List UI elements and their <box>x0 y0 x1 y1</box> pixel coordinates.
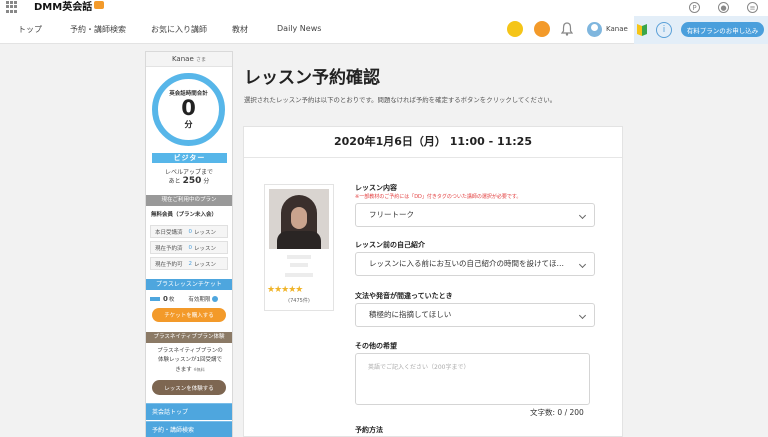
nav-favorite-teachers[interactable]: お気に入り講師 <box>151 24 207 35</box>
self-intro-select[interactable]: レッスンに入る前にお互いの自己紹介の時間を設けてほしい <box>355 252 595 276</box>
lesson-content-select[interactable]: フリートーク <box>355 203 595 227</box>
page-subtitle: 選択されたレッスン予約は以下のとおりです。問題なければ予約を確定するボタンをクリ… <box>244 96 557 104</box>
native-plan-text: プラスネイティブプランの 体験レッスンが1回受講で きます ※無料 <box>150 347 230 375</box>
other-request-textarea[interactable]: 英語でご記入ください（200字まで） <box>355 353 590 405</box>
reservation-card: 2020年1月6日（月） 11:00 - 11:25 ★★★★★ (7475件)… <box>243 126 623 437</box>
cat-mascot-icon[interactable] <box>534 21 550 37</box>
menu-circle-icon[interactable]: ≡ <box>747 2 758 13</box>
help-icon[interactable] <box>212 295 219 302</box>
reservation-method-label: 予約方法 <box>355 426 383 434</box>
teacher-name-blurred <box>287 255 311 259</box>
top-strip: DMM英会話 P ● ≡ <box>0 0 768 16</box>
nav-reserve-search[interactable]: 予約・講師検索 <box>70 24 126 35</box>
select-value: 積極的に指摘してほしい <box>369 310 452 319</box>
select-value: レッスンに入る前にお互いの自己紹介の時間を設けてほしい <box>369 259 566 268</box>
correction-label: 文法や発音が間違っていたとき <box>355 292 453 300</box>
rating-stars-icon: ★★★★★ <box>267 285 303 295</box>
stat-unit: レッスン <box>194 261 217 268</box>
review-count: (7475件) <box>288 298 310 304</box>
sidebar-username: Kanae さま <box>146 52 232 67</box>
sidebar-link-eikaiwa-top[interactable]: 英会話トップ <box>146 403 232 420</box>
stat-reservable: 現在予約可 2 レッスン <box>150 257 228 270</box>
level-up-unit: 分 <box>203 178 210 185</box>
dmm-logo[interactable]: DMM英会話 <box>34 0 105 13</box>
native-text-line: 体験レッスンが1回受講で <box>157 357 222 363</box>
stat-reserved: 現在予約済 0 レッスン <box>150 241 228 254</box>
teacher-card[interactable]: ★★★★★ (7475件) <box>264 184 334 311</box>
ticket-count: 0 <box>163 294 168 303</box>
ticket-expiry-label: 有効期限 <box>188 296 211 303</box>
teacher-photo[interactable] <box>269 189 329 249</box>
teacher-country-blurred <box>290 263 308 267</box>
correction-select[interactable]: 積極的に指摘してほしい <box>355 303 595 327</box>
try-lesson-button[interactable]: レッスンを体験する <box>152 380 226 395</box>
select-value: フリートーク <box>369 210 414 219</box>
stat-value: 2 <box>188 260 193 267</box>
native-text-line: きます <box>175 367 192 373</box>
total-time-ring: 英会話時間合計 0 分 <box>152 73 225 146</box>
chevron-down-icon <box>578 260 587 269</box>
teacher-info-blurred <box>285 273 313 277</box>
level-up-prefix: あと <box>168 178 181 185</box>
logo-text: DMM英会話 <box>34 1 93 13</box>
user-avatar[interactable] <box>587 22 602 37</box>
apps-grid-icon[interactable] <box>6 1 18 13</box>
chevron-down-icon <box>578 311 587 320</box>
native-plan-heading: プラスネイティブプラン体験 <box>146 332 232 343</box>
self-intro-label: レッスン前の自己紹介 <box>355 241 425 249</box>
nav-materials[interactable]: 教材 <box>232 24 248 35</box>
char-counter: 文字数: 0 / 200 <box>530 408 584 417</box>
stat-unit: レッスン <box>194 245 217 252</box>
page-title: レッスン予約確認 <box>244 68 380 88</box>
account-circle-icon[interactable]: ● <box>718 2 729 13</box>
main-navbar: トップ 予約・講師検索 お気に入り講師 教材 Daily News Kanae … <box>0 16 768 44</box>
stat-value: 0 <box>188 228 193 235</box>
top-right-icons: P ● ≡ <box>689 2 758 13</box>
stat-value: 0 <box>188 244 193 251</box>
sidebar-honorific: さま <box>196 57 207 63</box>
other-request-label: その他の希望 <box>355 342 397 350</box>
plan-heading: 現在ご利用中のプラン <box>146 195 232 206</box>
logo-badge-icon <box>94 1 105 9</box>
ticket-unit: 枚 <box>168 296 175 303</box>
plan-name: 無料会員（プラン未入会） <box>151 212 218 218</box>
textarea-placeholder: 英語でご記入ください（200字まで） <box>368 364 470 371</box>
total-time-unit: 分 <box>184 120 193 129</box>
buy-ticket-button[interactable]: チケットを購入する <box>152 308 226 322</box>
point-icon[interactable]: P <box>689 2 700 13</box>
stat-label: 現在予約済 <box>155 245 183 252</box>
paid-plan-apply-button[interactable]: 有料プランのお申し込み <box>681 22 764 37</box>
sidebar-name-text: Kanae <box>171 55 194 63</box>
sidebar-link-reserve-search[interactable]: 予約・講師検索 <box>146 421 232 437</box>
bell-icon[interactable] <box>561 22 573 36</box>
lesson-content-note: ※一部教材のご予約には「DD」付きタグのついた講師の選択が必要です。 <box>355 194 522 200</box>
info-icon[interactable]: i <box>656 22 672 38</box>
ticket-info: 0 枚 有効期限 <box>150 294 230 303</box>
nav-top[interactable]: トップ <box>18 24 42 35</box>
level-up-value: 250 <box>182 176 202 186</box>
total-time-value: 0 <box>181 96 196 120</box>
chevron-down-icon <box>578 211 587 220</box>
stat-label: 現在予約可 <box>155 261 183 268</box>
sidebar: Kanae さま 英会話時間合計 0 分 ビジター レベルアップまで あと 25… <box>145 51 233 437</box>
nav-daily-news[interactable]: Daily News <box>277 24 321 33</box>
beginner-leaf-icon <box>637 24 647 36</box>
lesson-status-icon[interactable] <box>507 21 523 37</box>
lesson-content-label: レッスン内容 <box>355 184 397 192</box>
stat-unit: レッスン <box>194 229 217 236</box>
ticket-icon <box>150 296 160 301</box>
user-name[interactable]: Kanae <box>606 25 628 33</box>
nav-right-panel: i 有料プランのお申し込み <box>634 16 768 44</box>
stat-today-taken: 本日受講済 0 レッスン <box>150 225 228 238</box>
rank-badge: ビジター <box>152 153 227 163</box>
stat-label: 本日受講済 <box>155 229 183 236</box>
lesson-datetime: 2020年1月6日（月） 11:00 - 11:25 <box>244 127 622 158</box>
native-text-note: ※無料 <box>193 367 205 372</box>
native-text-line: プラスネイティブプランの <box>157 348 223 354</box>
level-up-info: レベルアップまで あと 250 分 <box>146 168 232 186</box>
ticket-heading: プラスレッスンチケット <box>146 279 232 290</box>
